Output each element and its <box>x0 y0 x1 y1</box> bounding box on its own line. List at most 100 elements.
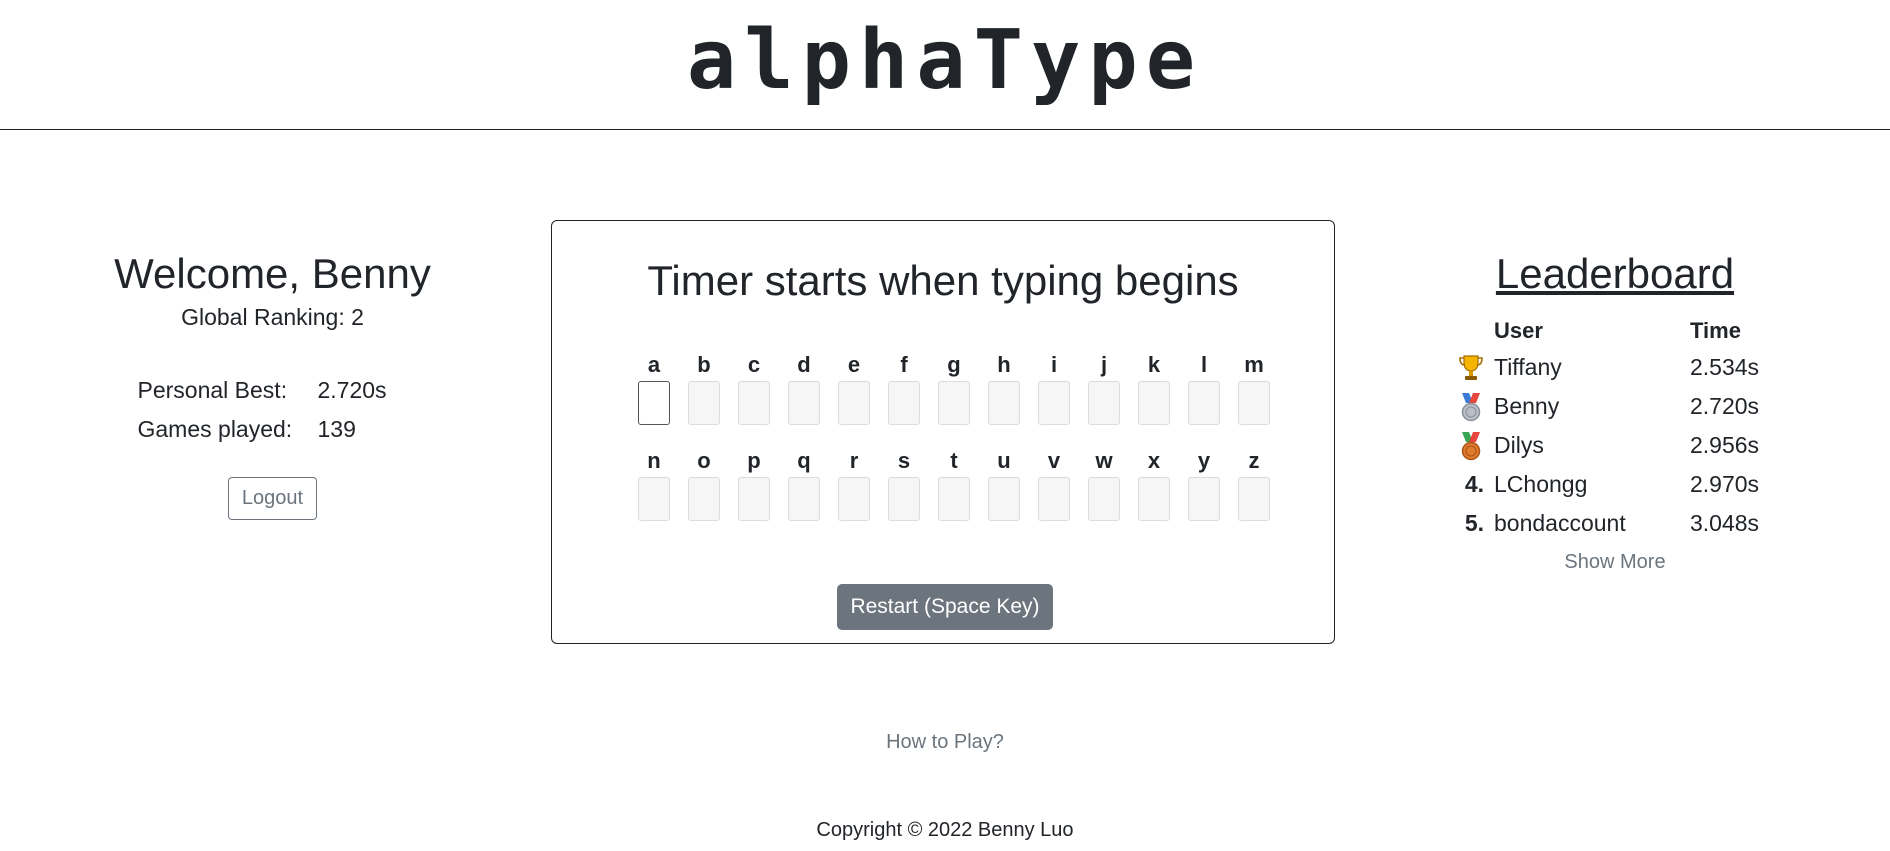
letter-input-box[interactable] <box>1138 381 1170 425</box>
trophy-icon <box>1440 353 1494 383</box>
letter-slot-e: e <box>829 349 879 425</box>
time-column-header: Time <box>1690 318 1741 343</box>
letter-slot-n: n <box>629 445 679 521</box>
letter-label: j <box>1100 352 1108 377</box>
letter-input-box[interactable] <box>1188 477 1220 521</box>
letter-label: d <box>797 352 811 377</box>
letter-input-box[interactable] <box>938 381 970 425</box>
rank-number: 5. <box>1464 510 1484 536</box>
leaderboard-time: 2.534s <box>1690 354 1760 380</box>
logo: alphaType <box>686 13 1204 108</box>
letter-slot-k: k <box>1129 349 1179 425</box>
letter-label: g <box>947 352 961 377</box>
leaderboard-row: Dilys 2.956s <box>1440 426 1790 465</box>
letter-input-box[interactable] <box>838 381 870 425</box>
letter-label: z <box>1248 448 1260 473</box>
leaderboard-user: LChongg <box>1494 471 1588 497</box>
leaderboard-row: 5. bondaccount 3.048s <box>1440 504 1790 543</box>
leaderboard-time: 2.970s <box>1690 471 1760 497</box>
leaderboard-user: Tiffany <box>1494 354 1562 380</box>
letters-row-1: a b c d e f g h i j k l m <box>629 349 1279 425</box>
letter-slot-t: t <box>929 445 979 521</box>
letters-row-2: n o p q r s t u v w x y z <box>629 445 1279 521</box>
letter-input-box[interactable] <box>788 477 820 521</box>
letter-slot-i: i <box>1029 349 1079 425</box>
leaderboard-row: Tiffany 2.534s <box>1440 348 1790 387</box>
letter-label: w <box>1095 448 1113 473</box>
letter-input-box[interactable] <box>638 477 670 521</box>
letter-input-box[interactable] <box>988 381 1020 425</box>
restart-button[interactable]: Restart (Space Key) <box>837 584 1053 630</box>
letter-input-box[interactable] <box>888 381 920 425</box>
letter-input-box[interactable] <box>1138 477 1170 521</box>
letter-input-box[interactable] <box>688 381 720 425</box>
letter-label: a <box>647 352 661 377</box>
letter-input-box[interactable] <box>988 477 1020 521</box>
letter-slot-s: s <box>879 445 929 521</box>
letter-slot-q: q <box>779 445 829 521</box>
leaderboard-user: Benny <box>1494 393 1560 419</box>
letter-label: c <box>747 352 761 377</box>
letter-input-box[interactable] <box>888 477 920 521</box>
letter-label: p <box>747 448 761 473</box>
leaderboard-panel: Leaderboard User Time Tiffany 2.534s Benny… <box>1440 248 1790 574</box>
letter-slot-o: o <box>679 445 729 521</box>
letter-slot-r: r <box>829 445 879 521</box>
leaderboard-user: bondaccount <box>1494 510 1626 536</box>
leaderboard-user: Dilys <box>1494 432 1544 458</box>
letter-slot-w: w <box>1079 445 1129 521</box>
game-panel: Timer starts when typing begins a b c d e f g h… <box>551 220 1335 644</box>
letter-input-box[interactable] <box>1038 477 1070 521</box>
leaderboard-table: User Time Tiffany 2.534s Benny 2.720s Dilys 2… <box>1440 314 1790 543</box>
letter-label: y <box>1197 448 1211 473</box>
letter-label: u <box>997 448 1011 473</box>
how-to-play-link[interactable]: How to Play? <box>0 731 1890 754</box>
global-ranking: Global Ranking: 2 <box>181 304 364 330</box>
letter-input-box[interactable] <box>1188 381 1220 425</box>
user-column-header: User <box>1494 318 1543 343</box>
letter-input-box[interactable] <box>638 381 670 425</box>
letter-label: o <box>697 448 711 473</box>
bronze-medal-icon <box>1440 431 1494 461</box>
letter-input-box[interactable] <box>1088 381 1120 425</box>
leaderboard-header-row: User Time <box>1440 314 1790 348</box>
show-more-button[interactable]: Show More <box>1440 551 1790 574</box>
leaderboard-row: Benny 2.720s <box>1440 387 1790 426</box>
letter-slot-u: u <box>979 445 1029 521</box>
letter-slot-j: j <box>1079 349 1129 425</box>
letter-input-box[interactable] <box>1088 477 1120 521</box>
profile-panel: Welcome, Benny Global Ranking: 2 Persona… <box>60 248 485 520</box>
letter-slot-p: p <box>729 445 779 521</box>
leaderboard-time: 3.048s <box>1690 510 1760 536</box>
letter-input-box[interactable] <box>1238 381 1270 425</box>
letter-slot-f: f <box>879 349 929 425</box>
letter-slot-d: d <box>779 349 829 425</box>
logout-button[interactable]: Logout <box>227 477 318 520</box>
letter-label: m <box>1244 352 1264 377</box>
stat-row-personal-best: Personal Best: 2.720s <box>138 371 408 410</box>
letter-label: b <box>697 352 711 377</box>
letter-input-box[interactable] <box>688 477 720 521</box>
welcome-heading: Welcome, Benny <box>114 250 431 297</box>
letter-input-box[interactable] <box>1238 477 1270 521</box>
leaderboard-title[interactable]: Leaderboard <box>1440 248 1790 300</box>
silver-medal-icon <box>1440 392 1494 422</box>
letter-slot-b: b <box>679 349 729 425</box>
stat-label: Personal Best: <box>137 377 288 403</box>
stats-table: Personal Best: 2.720s Games played: 139 <box>138 371 408 449</box>
copyright: Copyright © 2022 Benny Luo <box>816 819 1074 841</box>
letter-slot-v: v <box>1029 445 1079 521</box>
stat-row-games-played: Games played: 139 <box>138 410 408 449</box>
stat-value: 2.720s <box>317 377 387 403</box>
letter-input-box[interactable] <box>788 381 820 425</box>
letter-input-box[interactable] <box>938 477 970 521</box>
letter-input-box[interactable] <box>838 477 870 521</box>
letter-input-box[interactable] <box>1038 381 1070 425</box>
game-title: Timer starts when typing begins <box>647 257 1239 304</box>
letter-slot-c: c <box>729 349 779 425</box>
site-header: alphaType <box>0 0 1890 130</box>
leaderboard-time: 2.720s <box>1690 393 1760 419</box>
letter-slot-x: x <box>1129 445 1179 521</box>
letter-input-box[interactable] <box>738 381 770 425</box>
letter-input-box[interactable] <box>738 477 770 521</box>
